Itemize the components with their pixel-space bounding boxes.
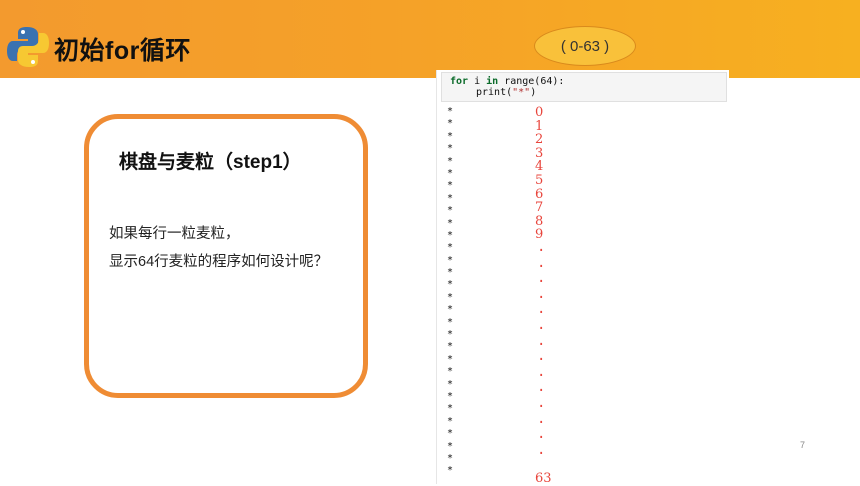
star-output-line: * bbox=[447, 403, 454, 415]
ellipsis-dot: . bbox=[537, 410, 546, 427]
code-range-call: range(64): bbox=[498, 76, 565, 87]
star-output-line: * bbox=[447, 329, 454, 341]
line-number: 2 bbox=[535, 132, 544, 148]
ellipsis-dot: . bbox=[537, 441, 546, 458]
code-line-2: print("*") bbox=[450, 87, 726, 98]
ellipsis-dot: . bbox=[537, 348, 546, 365]
star-output-line: * bbox=[447, 242, 454, 254]
ellipsis-dot: . bbox=[537, 394, 546, 411]
star-output-line: * bbox=[447, 192, 454, 204]
star-output-line: * bbox=[447, 353, 454, 365]
star-output-line: * bbox=[447, 267, 454, 279]
question-card: 棋盘与麦粒（step1） 如果每行一粒麦粒， 显示64行麦粒的程序如何设计呢？ bbox=[84, 114, 368, 398]
ellipsis-dot: . bbox=[537, 379, 546, 396]
line-number-column: 0 1 2 3 4 5 6 7 8 9 bbox=[535, 106, 543, 242]
title-bar: 初始for循环 bbox=[0, 0, 860, 78]
star-output-line: * bbox=[447, 378, 454, 390]
star-output-line: * bbox=[447, 106, 454, 117]
ellipsis-dot: . bbox=[537, 285, 546, 302]
ellipsis-dot: . bbox=[537, 332, 546, 349]
code-print-call: print( bbox=[476, 87, 513, 98]
line-number: 0 bbox=[535, 105, 544, 120]
star-output-line: * bbox=[447, 316, 454, 328]
line-number: 8 bbox=[535, 213, 544, 229]
range-callout: ( 0-63 ) bbox=[534, 26, 636, 66]
star-output-column: * * * * * * * * * * * * * * * * * * * * * * * * * * * * * * bbox=[447, 106, 453, 478]
line-number: 4 bbox=[535, 159, 544, 175]
star-output-line: * bbox=[447, 279, 454, 291]
star-output-line: * bbox=[447, 341, 454, 353]
card-title: 棋盘与麦粒（step1） bbox=[119, 152, 302, 173]
ellipsis-dot: . bbox=[537, 301, 546, 318]
ellipsis-column: .............. bbox=[537, 239, 546, 458]
star-output-line: * bbox=[447, 415, 454, 427]
line-number: 7 bbox=[535, 200, 544, 216]
line-number: 1 bbox=[535, 118, 544, 134]
star-output-line: * bbox=[447, 366, 454, 378]
code-keyword-in: in bbox=[486, 76, 499, 87]
star-output-line: * bbox=[447, 291, 454, 303]
star-output-line: * bbox=[447, 155, 454, 167]
range-callout-text: ( 0-63 ) bbox=[560, 37, 610, 55]
ellipsis-dot: . bbox=[537, 254, 546, 271]
card-line-2: 显示64行麦粒的程序如何设计呢？ bbox=[109, 254, 329, 270]
code-print-arg: "*" bbox=[512, 87, 531, 98]
star-output-line: * bbox=[447, 118, 454, 130]
page-title: 初始for循环 bbox=[54, 37, 191, 65]
star-output-line: * bbox=[447, 143, 454, 155]
python-logo-icon bbox=[7, 27, 49, 67]
code-editor: for i in range(64): print("*") bbox=[441, 72, 727, 102]
star-output-line: * bbox=[447, 465, 454, 477]
star-output-line: * bbox=[447, 229, 454, 241]
star-output-line: * bbox=[447, 304, 454, 316]
star-output-line: * bbox=[447, 130, 454, 142]
star-output-line: * bbox=[447, 452, 454, 464]
line-number: 6 bbox=[535, 186, 544, 202]
star-output-line: * bbox=[447, 167, 454, 179]
ellipsis-dot: . bbox=[537, 270, 546, 287]
code-keyword-for: for bbox=[450, 76, 469, 87]
star-output-line: * bbox=[447, 205, 454, 217]
ellipsis-dot: . bbox=[537, 426, 546, 443]
line-number: 3 bbox=[535, 145, 544, 161]
code-output-panel: for i in range(64): print("*") * * * * * * * * *… bbox=[436, 70, 729, 486]
line-number: 5 bbox=[535, 172, 544, 188]
star-output-line: * bbox=[447, 428, 454, 440]
page-number: 7 bbox=[800, 440, 806, 450]
star-output-line: * bbox=[447, 440, 454, 452]
ellipsis-dot: . bbox=[537, 316, 546, 333]
ellipsis-dot: . bbox=[537, 363, 546, 380]
code-loop-var: i bbox=[468, 76, 487, 87]
star-output-line: * bbox=[447, 390, 454, 402]
ellipsis-dot: . bbox=[537, 239, 546, 255]
star-output-line: * bbox=[447, 217, 454, 229]
code-print-close: ) bbox=[530, 87, 537, 98]
code-line-1: for i in range(64): bbox=[450, 76, 726, 87]
card-line-1: 如果每行一粒麦粒， bbox=[109, 226, 240, 242]
star-output-line: * bbox=[447, 180, 454, 192]
star-output-line: * bbox=[447, 254, 454, 266]
